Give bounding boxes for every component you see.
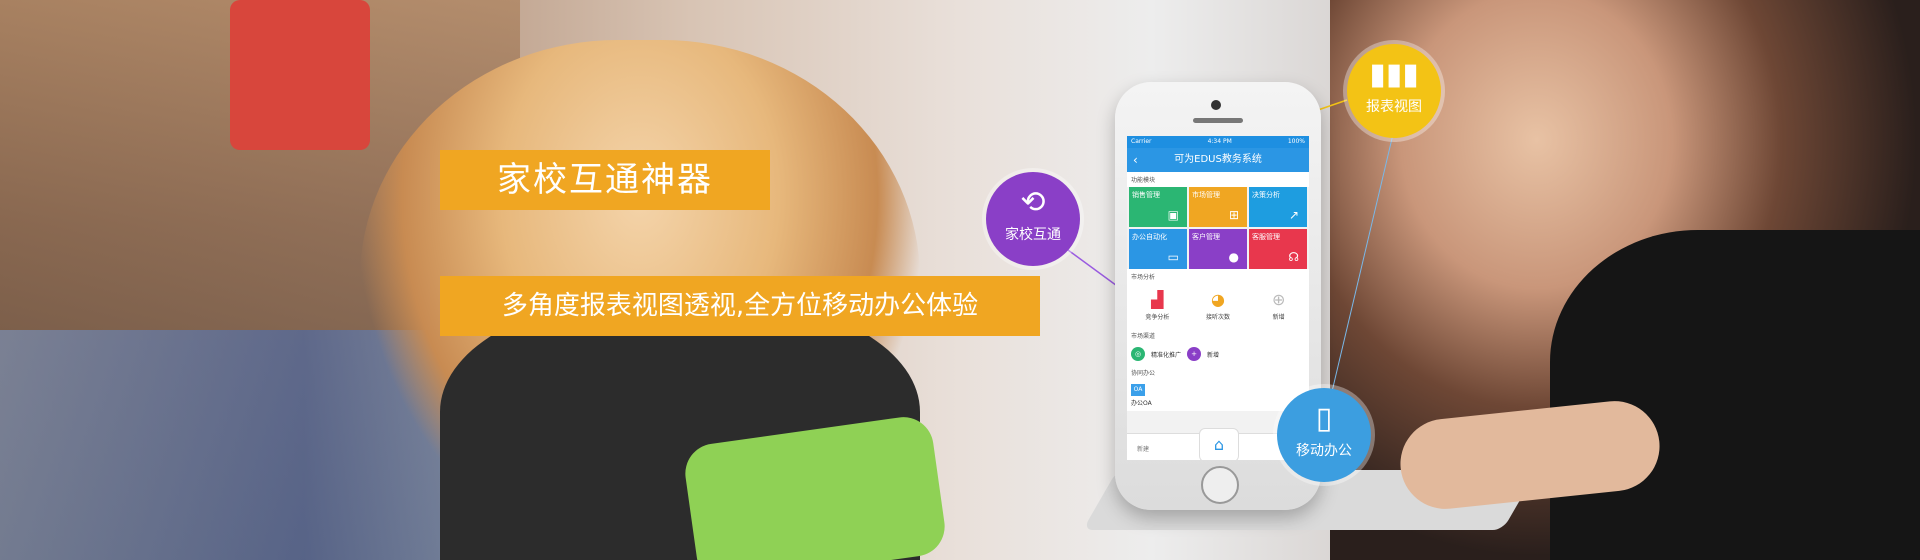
connector-lines: [1067, 99, 1395, 421]
analysis-item[interactable]: ◕ 接听次数: [1188, 284, 1249, 328]
app-title: 可为EDUS教务系统: [1174, 154, 1262, 165]
channel-row: ◎ 精准化推广 + 新增: [1127, 343, 1309, 365]
promo-icon: ◎: [1131, 347, 1145, 361]
app-navbar: ‹ 可为EDUS教务系统: [1127, 148, 1309, 172]
pie-icon: ◕: [1211, 290, 1225, 309]
tile-customer[interactable]: 客户管理 ●: [1189, 229, 1247, 269]
badge-label: 移动办公: [1296, 443, 1352, 459]
status-battery: 100%: [1287, 138, 1305, 145]
phone-camera: [1211, 100, 1221, 110]
plus-icon: +: [1187, 347, 1202, 361]
badge-label: 报表视图: [1366, 99, 1422, 115]
tile-label: 客户管理: [1192, 233, 1220, 241]
plus-icon: ⊕: [1271, 290, 1286, 309]
section-functions: 功能模块: [1127, 172, 1309, 187]
analysis-label: 新增: [1272, 314, 1285, 321]
connector-line-yellow: [1317, 99, 1348, 111]
badge-label: 家校互通: [1005, 227, 1061, 243]
tile-label: 销售管理: [1132, 191, 1160, 199]
section-market: 市场分析: [1127, 269, 1309, 284]
analysis-item[interactable]: ▟ 竞争分析: [1127, 284, 1188, 328]
back-icon[interactable]: ‹: [1133, 148, 1138, 172]
tile-decision[interactable]: 决策分析 ↗: [1249, 187, 1307, 227]
tile-market[interactable]: 市场管理 ⊞: [1189, 187, 1247, 227]
badge-home-school[interactable]: ⟲ 家校互通: [986, 172, 1080, 266]
section-channel: 市场渠道: [1127, 328, 1309, 343]
section-office: 协同办公: [1127, 365, 1309, 380]
status-bar: Carrier 4:34 PM 100%: [1127, 136, 1309, 148]
hero-banner: 家校互通神器 多角度报表视图透视,全方位移动办公体验 Carrier 4:34 …: [0, 0, 1920, 560]
badge-report-view[interactable]: ▮▮▮ 报表视图: [1347, 44, 1441, 138]
badge-mobile-office[interactable]: ▯ 移动办公: [1277, 388, 1371, 482]
tile-sales[interactable]: 销售管理 ▣: [1129, 187, 1187, 227]
trend-icon: ↗: [1288, 208, 1299, 222]
status-carrier: Carrier: [1131, 138, 1152, 145]
tile-office[interactable]: 办公自动化 ▭: [1129, 229, 1187, 269]
phone-globe-icon: ▯: [1315, 401, 1333, 436]
tile-label: 市场管理: [1192, 191, 1220, 199]
bar-chart-icon: ▮▮▮: [1369, 57, 1419, 92]
home-icon[interactable]: ⌂: [1199, 428, 1239, 460]
channel-item[interactable]: 精准化推广: [1151, 350, 1181, 359]
headset-icon: ☊: [1288, 250, 1299, 264]
monitor-icon: ▭: [1167, 250, 1179, 264]
phone-speaker: [1193, 118, 1243, 123]
analysis-label: 接听次数: [1205, 314, 1230, 321]
tile-label: 客服管理: [1252, 233, 1280, 241]
people-exchange-icon: ⟲: [1020, 185, 1046, 220]
basket-icon: ⊞: [1228, 208, 1239, 222]
analysis-row: ▟ 竞争分析 ◕ 接听次数 ⊕ 新增: [1127, 284, 1309, 328]
tile-label: 办公自动化: [1132, 233, 1167, 241]
phone-home-button: [1201, 466, 1239, 504]
briefcase-icon: ▣: [1167, 208, 1179, 222]
tile-service[interactable]: 客服管理 ☊: [1249, 229, 1307, 269]
tile-label: 决策分析: [1252, 191, 1280, 199]
office-item[interactable]: 办公OA: [1131, 398, 1152, 407]
channel-item[interactable]: 新增: [1207, 350, 1219, 359]
oa-icon: OA: [1131, 384, 1145, 396]
analysis-item[interactable]: ⊕ 新增: [1248, 284, 1309, 328]
chart-icon: ▟: [1151, 290, 1164, 309]
function-tiles: 销售管理 ▣ 市场管理 ⊞ 决策分析 ↗ 办公自动化 ▭ 客户管理 ● 客服管理…: [1127, 187, 1309, 269]
connector-line-blue: [1329, 129, 1395, 401]
status-time: 4:34 PM: [1207, 138, 1232, 145]
user-icon: ●: [1228, 250, 1239, 264]
tab-new[interactable]: 新建: [1137, 444, 1149, 453]
analysis-label: 竞争分析: [1145, 314, 1170, 321]
